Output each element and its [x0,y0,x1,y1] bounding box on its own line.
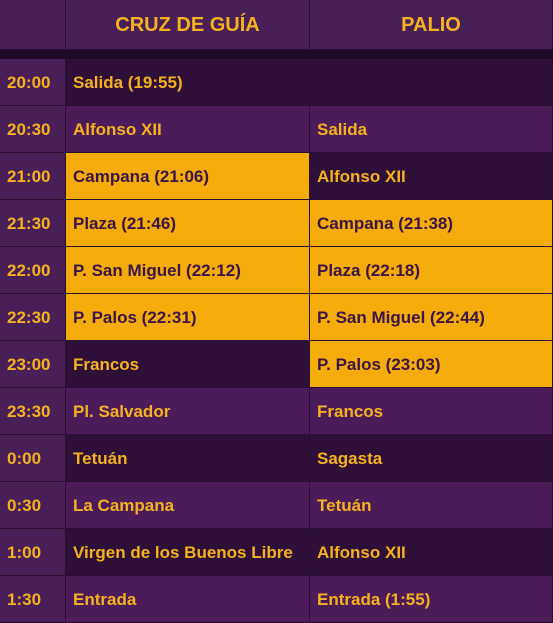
table-row: 1:00 Virgen de los Buenos Libre Alfonso XI… [0,529,553,576]
cruz-de-guia-cell: Entrada [66,576,310,623]
cruz-de-guia-cell: P. San Miguel (22:12) [66,247,310,294]
time-cell: 21:30 [0,200,66,247]
cruz-de-guia-cell: Virgen de los Buenos Libre [66,529,310,576]
cruz-de-guia-cell: Plaza (21:46) [66,200,310,247]
table-row: 21:00 Campana (21:06) Alfonso XII [0,153,553,200]
table-row: 23:30 Pl. Salvador Francos [0,388,553,435]
cruz-de-guia-cell: Tetuán [66,435,310,482]
table-row: 23:00 Francos P. Palos (23:03) [0,341,553,388]
palio-cell: Tetuán [310,482,553,529]
table-row: 20:00 Salida (19:55) [0,59,553,106]
palio-cell: Campana (21:38) [310,200,553,247]
header-palio: PALIO [310,0,553,50]
table-row: 22:00 P. San Miguel (22:12) Plaza (22:18) [0,247,553,294]
time-cell: 1:30 [0,576,66,623]
cruz-de-guia-cell: Francos [66,341,310,388]
cruz-de-guia-cell: P. Palos (22:31) [66,294,310,341]
time-cell: 0:30 [0,482,66,529]
cruz-de-guia-cell: Pl. Salvador [66,388,310,435]
palio-cell: Sagasta [310,435,553,482]
cruz-de-guia-cell: Campana (21:06) [66,153,310,200]
time-cell: 1:00 [0,529,66,576]
time-cell: 23:30 [0,388,66,435]
table-row: 21:30 Plaza (21:46) Campana (21:38) [0,200,553,247]
header-time-cell [0,0,66,50]
palio-cell: Salida [310,106,553,153]
palio-cell [310,59,553,106]
procession-schedule-table: CRUZ DE GUÍA PALIO 20:00 Salida (19:55) 20… [0,0,553,623]
palio-cell: Francos [310,388,553,435]
time-cell: 0:00 [0,435,66,482]
time-cell: 23:00 [0,341,66,388]
table-row: 20:30 Alfonso XII Salida [0,106,553,153]
time-cell: 21:00 [0,153,66,200]
table-row: 0:30 La Campana Tetuán [0,482,553,529]
time-cell: 20:30 [0,106,66,153]
palio-cell: Entrada (1:55) [310,576,553,623]
table-row: 22:30 P. Palos (22:31) P. San Miguel (22:4… [0,294,553,341]
table-row: 0:00 Tetuán Sagasta [0,435,553,482]
time-cell: 22:30 [0,294,66,341]
palio-cell: Alfonso XII [310,529,553,576]
table-header-row: CRUZ DE GUÍA PALIO [0,0,553,50]
time-cell: 22:00 [0,247,66,294]
palio-cell: Plaza (22:18) [310,247,553,294]
cruz-de-guia-cell: Salida (19:55) [66,59,310,106]
header-cruz-de-guia: CRUZ DE GUÍA [66,0,310,50]
cruz-de-guia-cell: La Campana [66,482,310,529]
palio-cell: P. Palos (23:03) [310,341,553,388]
palio-cell: P. San Miguel (22:44) [310,294,553,341]
palio-cell: Alfonso XII [310,153,553,200]
table-row: 1:30 Entrada Entrada (1:55) [0,576,553,623]
cruz-de-guia-cell: Alfonso XII [66,106,310,153]
time-cell: 20:00 [0,59,66,106]
